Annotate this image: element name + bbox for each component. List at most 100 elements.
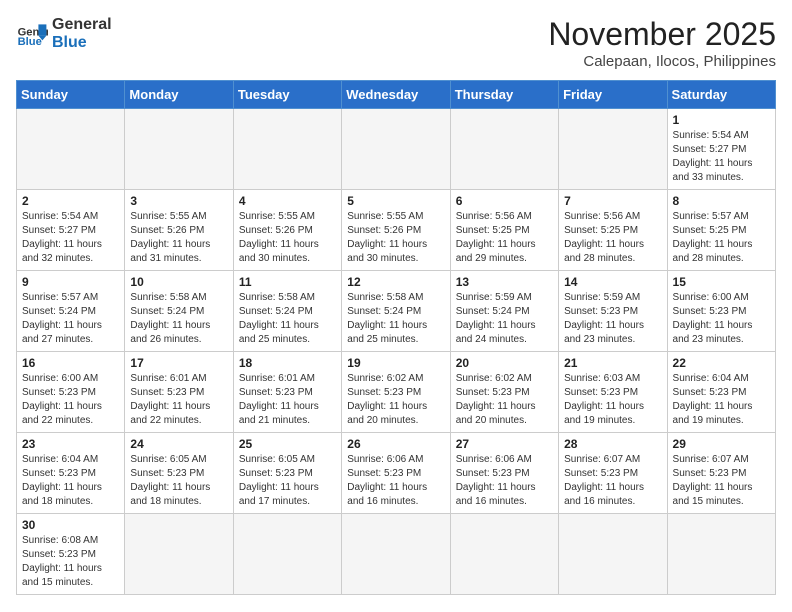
calendar-cell: 20 Sunrise: 6:02 AM Sunset: 5:23 PM Dayli…: [450, 352, 558, 433]
calendar-cell: 15Sunrise: 6:00 AM Sunset: 5:23 PM Dayli…: [667, 271, 775, 352]
cell-sun-info: Sunrise: 5:58 AM Sunset: 5:24 PM Dayligh…: [130, 291, 227, 347]
calendar-cell: 21 Sunrise: 6:03 AM Sunset: 5:23 PM Dayli…: [559, 352, 667, 433]
cell-sun-info: Sunrise: 5:58 AM Sunset: 5:24 PM Dayligh…: [347, 291, 444, 347]
day-number: 14: [564, 275, 661, 289]
calendar-cell: 7Sunrise: 5:56 AM Sunset: 5:25 PM Daylig…: [559, 190, 667, 271]
calendar-cell: [233, 514, 341, 595]
cell-sun-info: Sunrise: 5:57 AM Sunset: 5:24 PM Dayligh…: [22, 291, 119, 347]
cell-sun-info: Sunrise: 5:59 AM Sunset: 5:24 PM Dayligh…: [456, 291, 553, 347]
cell-sun-info: Sunrise: 6:05 AM Sunset: 5:23 PM Dayligh…: [130, 453, 227, 509]
calendar-cell: 4 Sunrise: 5:55 AM Sunset: 5:26 PM Daylig…: [233, 190, 341, 271]
calendar-cell: [233, 109, 341, 190]
day-number: 12: [347, 275, 444, 289]
cell-sun-info: Sunrise: 5:55 AM Sunset: 5:26 PM Dayligh…: [239, 210, 336, 266]
cell-sun-info: Sunrise: 6:02 AM Sunset: 5:23 PM Dayligh…: [456, 372, 553, 428]
weekday-header-row: SundayMondayTuesdayWednesdayThursdayFrid…: [17, 81, 776, 109]
cell-sun-info: Sunrise: 6:04 AM Sunset: 5:23 PM Dayligh…: [22, 453, 119, 509]
week-row-2: 9 Sunrise: 5:57 AM Sunset: 5:24 PM Daylig…: [17, 271, 776, 352]
day-number: 13: [456, 275, 553, 289]
day-number: 4: [239, 194, 336, 208]
logo-icon: General Blue: [16, 18, 48, 50]
calendar-cell: 3Sunrise: 5:55 AM Sunset: 5:26 PM Daylig…: [125, 190, 233, 271]
header: General Blue General Blue November 2025 …: [16, 16, 776, 70]
day-number: 8: [673, 194, 770, 208]
calendar-cell: [125, 109, 233, 190]
day-number: 20: [456, 356, 553, 370]
logo-general: General: [52, 16, 112, 34]
day-number: 26: [347, 437, 444, 451]
day-number: 19: [347, 356, 444, 370]
day-number: 17: [130, 356, 227, 370]
calendar-cell: 5Sunrise: 5:55 AM Sunset: 5:26 PM Daylig…: [342, 190, 450, 271]
calendar-cell: 28Sunrise: 6:07 AM Sunset: 5:23 PM Dayli…: [559, 433, 667, 514]
calendar-cell: 19Sunrise: 6:02 AM Sunset: 5:23 PM Dayli…: [342, 352, 450, 433]
cell-sun-info: Sunrise: 5:54 AM Sunset: 5:27 PM Dayligh…: [673, 129, 770, 185]
day-number: 10: [130, 275, 227, 289]
title-block: November 2025 Calepaan, Ilocos, Philippi…: [548, 16, 776, 70]
calendar-cell: 27Sunrise: 6:06 AM Sunset: 5:23 PM Dayli…: [450, 433, 558, 514]
calendar-cell: 17 Sunrise: 6:01 AM Sunset: 5:23 PM Dayli…: [125, 352, 233, 433]
calendar-cell: [342, 514, 450, 595]
calendar-cell: 10 Sunrise: 5:58 AM Sunset: 5:24 PM Dayli…: [125, 271, 233, 352]
week-row-5: 30 Sunrise: 6:08 AM Sunset: 5:23 PM Dayli…: [17, 514, 776, 595]
day-number: 24: [130, 437, 227, 451]
day-number: 18: [239, 356, 336, 370]
cell-sun-info: Sunrise: 6:05 AM Sunset: 5:23 PM Dayligh…: [239, 453, 336, 509]
day-number: 25: [239, 437, 336, 451]
calendar-cell: 29Sunrise: 6:07 AM Sunset: 5:23 PM Dayli…: [667, 433, 775, 514]
cell-sun-info: Sunrise: 6:07 AM Sunset: 5:23 PM Dayligh…: [673, 453, 770, 509]
calendar-cell: 8 Sunrise: 5:57 AM Sunset: 5:25 PM Daylig…: [667, 190, 775, 271]
cell-sun-info: Sunrise: 6:06 AM Sunset: 5:23 PM Dayligh…: [347, 453, 444, 509]
calendar-cell: 2Sunrise: 5:54 AM Sunset: 5:27 PM Daylig…: [17, 190, 125, 271]
week-row-3: 16 Sunrise: 6:00 AM Sunset: 5:23 PM Dayli…: [17, 352, 776, 433]
day-number: 22: [673, 356, 770, 370]
weekday-header-friday: Friday: [559, 81, 667, 109]
day-number: 3: [130, 194, 227, 208]
calendar-cell: [450, 109, 558, 190]
cell-sun-info: Sunrise: 5:59 AM Sunset: 5:23 PM Dayligh…: [564, 291, 661, 347]
calendar-cell: 13 Sunrise: 5:59 AM Sunset: 5:24 PM Dayli…: [450, 271, 558, 352]
weekday-header-monday: Monday: [125, 81, 233, 109]
calendar-cell: [342, 109, 450, 190]
day-number: 2: [22, 194, 119, 208]
cell-sun-info: Sunrise: 6:01 AM Sunset: 5:23 PM Dayligh…: [239, 372, 336, 428]
calendar-cell: [125, 514, 233, 595]
calendar-cell: 9 Sunrise: 5:57 AM Sunset: 5:24 PM Daylig…: [17, 271, 125, 352]
svg-text:Blue: Blue: [18, 36, 42, 48]
weekday-header-wednesday: Wednesday: [342, 81, 450, 109]
day-number: 21: [564, 356, 661, 370]
calendar-cell: 14 Sunrise: 5:59 AM Sunset: 5:23 PM Dayli…: [559, 271, 667, 352]
calendar-cell: 30 Sunrise: 6:08 AM Sunset: 5:23 PM Dayli…: [17, 514, 125, 595]
calendar-cell: 16 Sunrise: 6:00 AM Sunset: 5:23 PM Dayli…: [17, 352, 125, 433]
month-title: November 2025: [548, 16, 776, 53]
calendar-cell: 12 Sunrise: 5:58 AM Sunset: 5:24 PM Dayli…: [342, 271, 450, 352]
cell-sun-info: Sunrise: 6:08 AM Sunset: 5:23 PM Dayligh…: [22, 534, 119, 590]
day-number: 30: [22, 518, 119, 532]
day-number: 16: [22, 356, 119, 370]
day-number: 28: [564, 437, 661, 451]
cell-sun-info: Sunrise: 5:56 AM Sunset: 5:25 PM Dayligh…: [456, 210, 553, 266]
calendar-cell: 25 Sunrise: 6:05 AM Sunset: 5:23 PM Dayli…: [233, 433, 341, 514]
calendar-cell: 26 Sunrise: 6:06 AM Sunset: 5:23 PM Dayli…: [342, 433, 450, 514]
cell-sun-info: Sunrise: 6:00 AM Sunset: 5:23 PM Dayligh…: [22, 372, 119, 428]
calendar-cell: 22 Sunrise: 6:04 AM Sunset: 5:23 PM Dayli…: [667, 352, 775, 433]
calendar-cell: 23 Sunrise: 6:04 AM Sunset: 5:23 PM Dayli…: [17, 433, 125, 514]
week-row-1: 2Sunrise: 5:54 AM Sunset: 5:27 PM Daylig…: [17, 190, 776, 271]
cell-sun-info: Sunrise: 5:56 AM Sunset: 5:25 PM Dayligh…: [564, 210, 661, 266]
weekday-header-tuesday: Tuesday: [233, 81, 341, 109]
location-title: Calepaan, Ilocos, Philippines: [548, 53, 776, 70]
day-number: 1: [673, 113, 770, 127]
cell-sun-info: Sunrise: 5:58 AM Sunset: 5:24 PM Dayligh…: [239, 291, 336, 347]
weekday-header-saturday: Saturday: [667, 81, 775, 109]
cell-sun-info: Sunrise: 6:03 AM Sunset: 5:23 PM Dayligh…: [564, 372, 661, 428]
cell-sun-info: Sunrise: 5:57 AM Sunset: 5:25 PM Dayligh…: [673, 210, 770, 266]
calendar-cell: [17, 109, 125, 190]
logo-blue: Blue: [52, 34, 112, 52]
cell-sun-info: Sunrise: 6:01 AM Sunset: 5:23 PM Dayligh…: [130, 372, 227, 428]
day-number: 23: [22, 437, 119, 451]
cell-sun-info: Sunrise: 6:04 AM Sunset: 5:23 PM Dayligh…: [673, 372, 770, 428]
calendar-cell: [667, 514, 775, 595]
day-number: 9: [22, 275, 119, 289]
logo: General Blue General Blue: [16, 16, 112, 51]
weekday-header-sunday: Sunday: [17, 81, 125, 109]
